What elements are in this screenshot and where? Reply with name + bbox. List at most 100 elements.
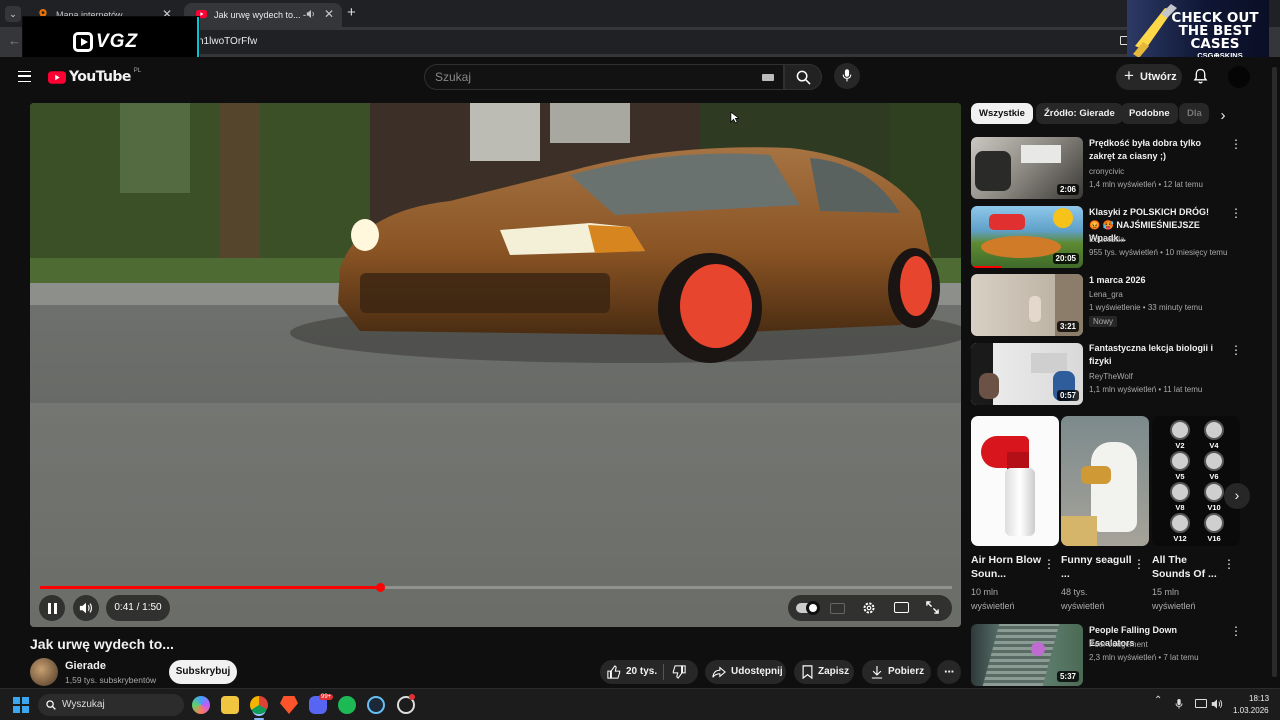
subtitles-icon[interactable]: [830, 603, 845, 614]
engine-icon: [1170, 420, 1190, 440]
download-button[interactable]: Pobierz: [862, 660, 931, 684]
video-player[interactable]: 0:41 / 1:50: [30, 103, 961, 627]
back-arrow-icon[interactable]: ←: [8, 33, 21, 48]
fullscreen-icon[interactable]: [926, 601, 939, 614]
subscribe-button[interactable]: Subskrybuj: [169, 660, 237, 684]
channel-avatar[interactable]: [30, 658, 58, 686]
recommendation-thumbnail[interactable]: 3:21: [971, 274, 1083, 336]
chip-for-you[interactable]: Dla: [1179, 103, 1209, 124]
more-options-icon[interactable]: ⋮: [1223, 557, 1235, 571]
clock-time[interactable]: 18:13: [1249, 694, 1269, 703]
recommendation-thumbnail[interactable]: 2:06: [971, 137, 1083, 199]
recommendation-channel[interactable]: ReyTheWolf: [1089, 372, 1133, 381]
search-input[interactable]: Szukaj: [424, 64, 784, 90]
bell-icon[interactable]: [1193, 68, 1208, 85]
play-icon: [73, 32, 93, 52]
chips-next-icon[interactable]: ›: [1212, 103, 1234, 129]
tab-youtube-video[interactable]: Jak urwę wydech to... - YouT ✕: [184, 3, 342, 27]
recommendation-channel[interactable]: Lena_gra: [1089, 290, 1123, 299]
menu-icon[interactable]: [18, 71, 31, 82]
more-options-icon[interactable]: ⋮: [1230, 206, 1242, 220]
more-options-icon[interactable]: ⋮: [1230, 624, 1242, 638]
short-views: 15 mln wyświetleń: [1152, 587, 1196, 611]
shorts-next-button[interactable]: ›: [1224, 483, 1250, 509]
new-tab-button[interactable]: +: [347, 4, 356, 21]
chip-all[interactable]: Wszystkie: [971, 103, 1033, 124]
channel-name[interactable]: Gierade: [65, 660, 106, 672]
create-button[interactable]: + Utwórz: [1116, 64, 1182, 90]
engine-label: V16: [1207, 534, 1220, 543]
taskbar-search[interactable]: Wyszukaj: [38, 694, 184, 716]
duration-badge: 20:05: [1052, 253, 1079, 264]
app-alert-dot: [409, 694, 415, 700]
volume-icon[interactable]: [1211, 698, 1223, 710]
recommendation-title[interactable]: Prędkość była dobra tylko zakręt za cias…: [1089, 137, 1219, 163]
engine-icon: [1204, 420, 1224, 440]
copilot-icon[interactable]: [192, 696, 210, 714]
ad-banner[interactable]: CHECK OUT THE BEST CASES CSG⊕SKINS: [1127, 0, 1269, 62]
speaker-icon[interactable]: [306, 9, 316, 19]
steam-icon[interactable]: [367, 696, 385, 714]
tab-search-button[interactable]: ⌄: [5, 6, 21, 22]
short-title[interactable]: Air Horn Blow Soun...: [971, 553, 1043, 581]
chip-source[interactable]: Źródło: Gierade: [1036, 103, 1123, 124]
more-options-icon[interactable]: ⋮: [1133, 557, 1145, 571]
chrome-icon[interactable]: [250, 696, 268, 714]
windows-start-icon[interactable]: [13, 697, 29, 713]
more-options-icon[interactable]: ⋮: [1230, 137, 1242, 151]
short-thumbnail-air-horn[interactable]: [971, 416, 1059, 546]
voice-search-button[interactable]: [834, 63, 860, 89]
volume-button[interactable]: [73, 595, 99, 621]
thumbs-down-icon[interactable]: [672, 665, 686, 679]
engine-icons: V2 V4 V5 V6 V8 V10 V12 V16: [1170, 420, 1224, 543]
youtube-logo[interactable]: YouTube PL: [48, 68, 141, 85]
tray-chevron-icon[interactable]: ⌃: [1154, 695, 1162, 706]
recommendation-channel[interactable]: Poor Judgement: [1089, 640, 1148, 649]
spotify-icon[interactable]: [338, 696, 356, 714]
short-thumbnail-seagull[interactable]: [1061, 416, 1149, 546]
file-explorer-icon[interactable]: [221, 696, 239, 714]
progress-scrubber[interactable]: [376, 583, 385, 592]
vgz-logo: VGZ: [73, 31, 138, 53]
engine-icon: [1204, 482, 1224, 502]
microphone-icon[interactable]: [1175, 698, 1183, 710]
save-label: Zapisz: [818, 666, 850, 677]
short-title[interactable]: All The Sounds Of ...: [1152, 553, 1224, 581]
pause-button[interactable]: [39, 595, 65, 621]
taskbar-search-label: Wyszukaj: [62, 699, 105, 710]
chip-similar[interactable]: Podobne: [1121, 103, 1178, 124]
chip-label: Wszystkie: [979, 108, 1025, 119]
recommendation-title[interactable]: Fantastyczna lekcja biologii i fizyki: [1089, 342, 1219, 368]
avatar[interactable]: [1228, 66, 1250, 88]
recommendation-thumbnail[interactable]: 5:37: [971, 624, 1083, 686]
recommendation-meta: 1,1 mln wyświetleń • 11 lat temu: [1089, 385, 1203, 394]
short-thumbnail-engine-sounds[interactable]: V2 V4 V5 V6 V8 V10 V12 V16: [1152, 416, 1240, 546]
like-button[interactable]: 20 tys.: [600, 660, 662, 684]
more-options-icon[interactable]: ⋮: [1043, 557, 1055, 571]
more-actions-button[interactable]: ···: [937, 660, 961, 684]
keyboard-icon[interactable]: [762, 74, 774, 81]
recommendation-thumbnail[interactable]: 0:57: [971, 343, 1083, 405]
share-button[interactable]: Udostępnij: [705, 660, 786, 684]
recommendation-thumbnail[interactable]: 20:05: [971, 206, 1083, 268]
recommendation-title[interactable]: 1 marca 2026: [1089, 274, 1219, 287]
close-tab-icon[interactable]: ✕: [324, 7, 334, 21]
page-scrollbar[interactable]: [1272, 67, 1277, 677]
search-button[interactable]: [784, 64, 822, 90]
brave-icon[interactable]: [280, 696, 298, 714]
new-badge: Nowy: [1089, 316, 1118, 327]
miniplayer-icon[interactable]: [894, 602, 909, 613]
clock-date[interactable]: 1.03.2026: [1233, 706, 1269, 715]
recommendation-channel[interactable]: cronycivic: [1089, 167, 1124, 176]
progress-track[interactable]: [40, 583, 952, 592]
network-icon[interactable]: [1195, 699, 1207, 708]
save-button[interactable]: Zapisz: [794, 660, 854, 684]
recommendation-channel[interactable]: EduJazda: [1089, 235, 1125, 244]
video-title: Jak urwę wydech to...: [30, 636, 174, 652]
short-title[interactable]: Funny seagull ...: [1061, 553, 1133, 581]
engine-label: V8: [1175, 503, 1184, 512]
autoplay-toggle[interactable]: [796, 601, 820, 615]
more-options-icon[interactable]: ⋮: [1230, 343, 1242, 357]
settings-gear-icon[interactable]: [862, 601, 876, 615]
engine-label: V6: [1209, 472, 1218, 481]
